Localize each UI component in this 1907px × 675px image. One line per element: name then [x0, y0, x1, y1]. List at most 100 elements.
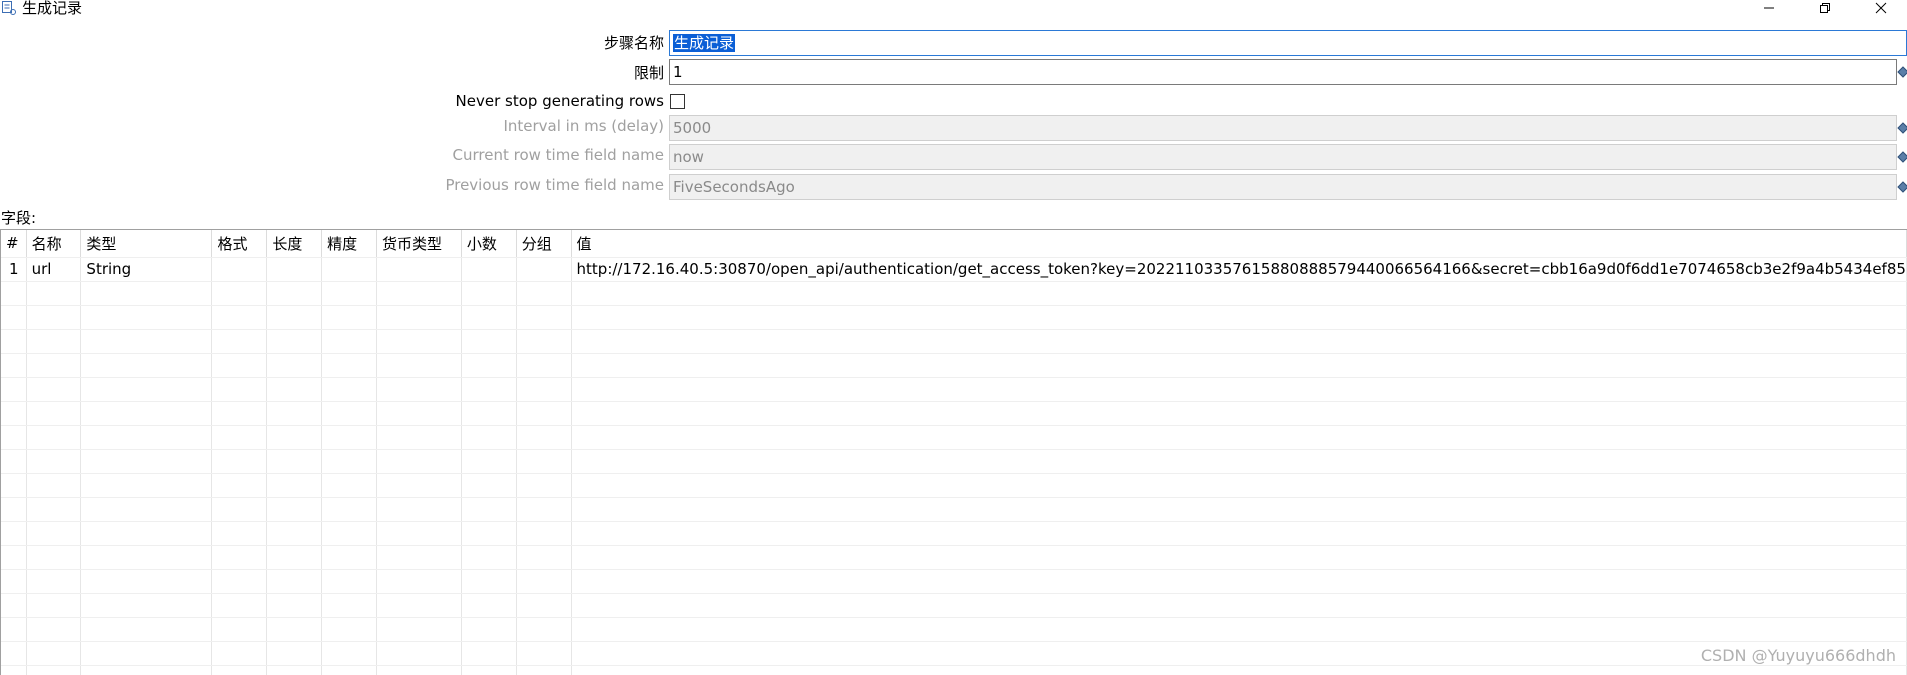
table-cell[interactable] [571, 425, 1907, 450]
table-cell[interactable] [321, 569, 377, 594]
table-cell[interactable] [516, 401, 572, 426]
table-row[interactable] [1, 449, 1907, 474]
table-cell[interactable] [80, 449, 213, 474]
table-cell[interactable] [516, 497, 572, 522]
table-row[interactable] [1, 473, 1907, 498]
table-cell[interactable] [571, 497, 1907, 522]
table-cell[interactable] [26, 545, 82, 570]
previous-time-input[interactable]: FiveSecondsAgo [669, 174, 1897, 200]
table-cell[interactable] [571, 281, 1907, 306]
table-cell[interactable] [321, 281, 377, 306]
table-cell[interactable] [571, 305, 1907, 330]
table-cell[interactable] [1, 521, 27, 546]
table-cell[interactable] [80, 425, 213, 450]
cell-value[interactable]: http://172.16.40.5:30870/open_api/authen… [571, 257, 1907, 282]
table-cell[interactable] [461, 401, 517, 426]
table-cell[interactable] [461, 305, 517, 330]
table-cell[interactable] [26, 473, 82, 498]
table-cell[interactable] [266, 281, 323, 306]
table-cell[interactable] [321, 305, 377, 330]
table-row[interactable] [1, 425, 1907, 450]
table-cell[interactable] [80, 473, 213, 498]
table-cell[interactable] [1, 401, 27, 426]
table-cell[interactable] [461, 329, 517, 354]
table-cell[interactable] [461, 353, 517, 378]
column-header[interactable]: 货币类型 [376, 230, 462, 258]
table-cell[interactable] [80, 329, 213, 354]
table-cell[interactable] [461, 281, 517, 306]
table-row[interactable] [1, 569, 1907, 594]
table-cell[interactable] [571, 377, 1907, 402]
table-cell[interactable] [461, 593, 517, 618]
table-cell[interactable] [1, 665, 27, 675]
table-cell[interactable] [376, 353, 462, 378]
table-cell[interactable] [321, 617, 377, 642]
column-header[interactable]: 值 [571, 230, 1907, 258]
table-cell[interactable] [211, 473, 268, 498]
table-cell[interactable] [1, 641, 27, 666]
table-cell[interactable] [1, 353, 27, 378]
column-header[interactable]: 长度 [266, 230, 323, 258]
table-cell[interactable] [266, 425, 323, 450]
table-cell[interactable] [266, 665, 323, 675]
step-name-input[interactable]: 生成记录 [669, 30, 1907, 56]
variable-icon[interactable] [1897, 66, 1907, 78]
table-cell[interactable] [461, 425, 517, 450]
table-cell[interactable] [1, 305, 27, 330]
column-header[interactable]: 分组 [516, 230, 572, 258]
table-cell[interactable] [266, 449, 323, 474]
table-cell[interactable] [26, 521, 82, 546]
table-cell[interactable] [376, 545, 462, 570]
table-cell[interactable] [1, 497, 27, 522]
table-cell[interactable] [80, 305, 213, 330]
table-cell[interactable] [376, 641, 462, 666]
table-row[interactable] [1, 521, 1907, 546]
table-cell[interactable] [26, 497, 82, 522]
table-cell[interactable] [321, 329, 377, 354]
never-stop-checkbox[interactable] [670, 94, 685, 109]
table-cell[interactable] [211, 281, 268, 306]
table-cell[interactable] [461, 665, 517, 675]
table-cell[interactable] [80, 521, 213, 546]
table-cell[interactable] [321, 473, 377, 498]
table-cell[interactable] [376, 497, 462, 522]
table-cell[interactable] [516, 641, 572, 666]
table-row[interactable] [1, 377, 1907, 402]
table-cell[interactable] [321, 353, 377, 378]
table-cell[interactable] [376, 665, 462, 675]
table-cell[interactable] [321, 449, 377, 474]
table-cell[interactable] [211, 545, 268, 570]
table-row[interactable]: 1 url String http://172.16.40.5:30870/op… [1, 257, 1907, 282]
table-cell[interactable] [376, 449, 462, 474]
table-cell[interactable] [376, 569, 462, 594]
table-cell[interactable] [1, 377, 27, 402]
table-cell[interactable] [211, 665, 268, 675]
table-cell[interactable] [321, 593, 377, 618]
table-cell[interactable] [211, 353, 268, 378]
table-cell[interactable] [516, 593, 572, 618]
table-cell[interactable] [516, 473, 572, 498]
table-cell[interactable] [266, 641, 323, 666]
table-cell[interactable] [211, 593, 268, 618]
table-cell[interactable] [266, 569, 323, 594]
table-cell[interactable] [376, 305, 462, 330]
table-cell[interactable] [211, 497, 268, 522]
column-header[interactable]: 小数 [461, 230, 517, 258]
table-row[interactable] [1, 497, 1907, 522]
table-cell[interactable] [461, 521, 517, 546]
table-cell[interactable] [516, 665, 572, 675]
table-cell[interactable] [26, 353, 82, 378]
table-cell[interactable] [376, 425, 462, 450]
table-cell[interactable] [26, 401, 82, 426]
table-cell[interactable] [376, 617, 462, 642]
fields-table[interactable]: # 名称 类型 格式 长度 精度 货币类型 小数 分组 值 1 url Stri… [0, 229, 1907, 675]
table-cell[interactable] [211, 305, 268, 330]
table-row[interactable] [1, 593, 1907, 618]
table-cell[interactable] [461, 545, 517, 570]
table-cell[interactable] [376, 521, 462, 546]
table-cell[interactable] [321, 545, 377, 570]
table-cell[interactable] [266, 377, 323, 402]
table-cell[interactable] [266, 401, 323, 426]
table-cell[interactable] [211, 569, 268, 594]
table-cell[interactable] [321, 521, 377, 546]
